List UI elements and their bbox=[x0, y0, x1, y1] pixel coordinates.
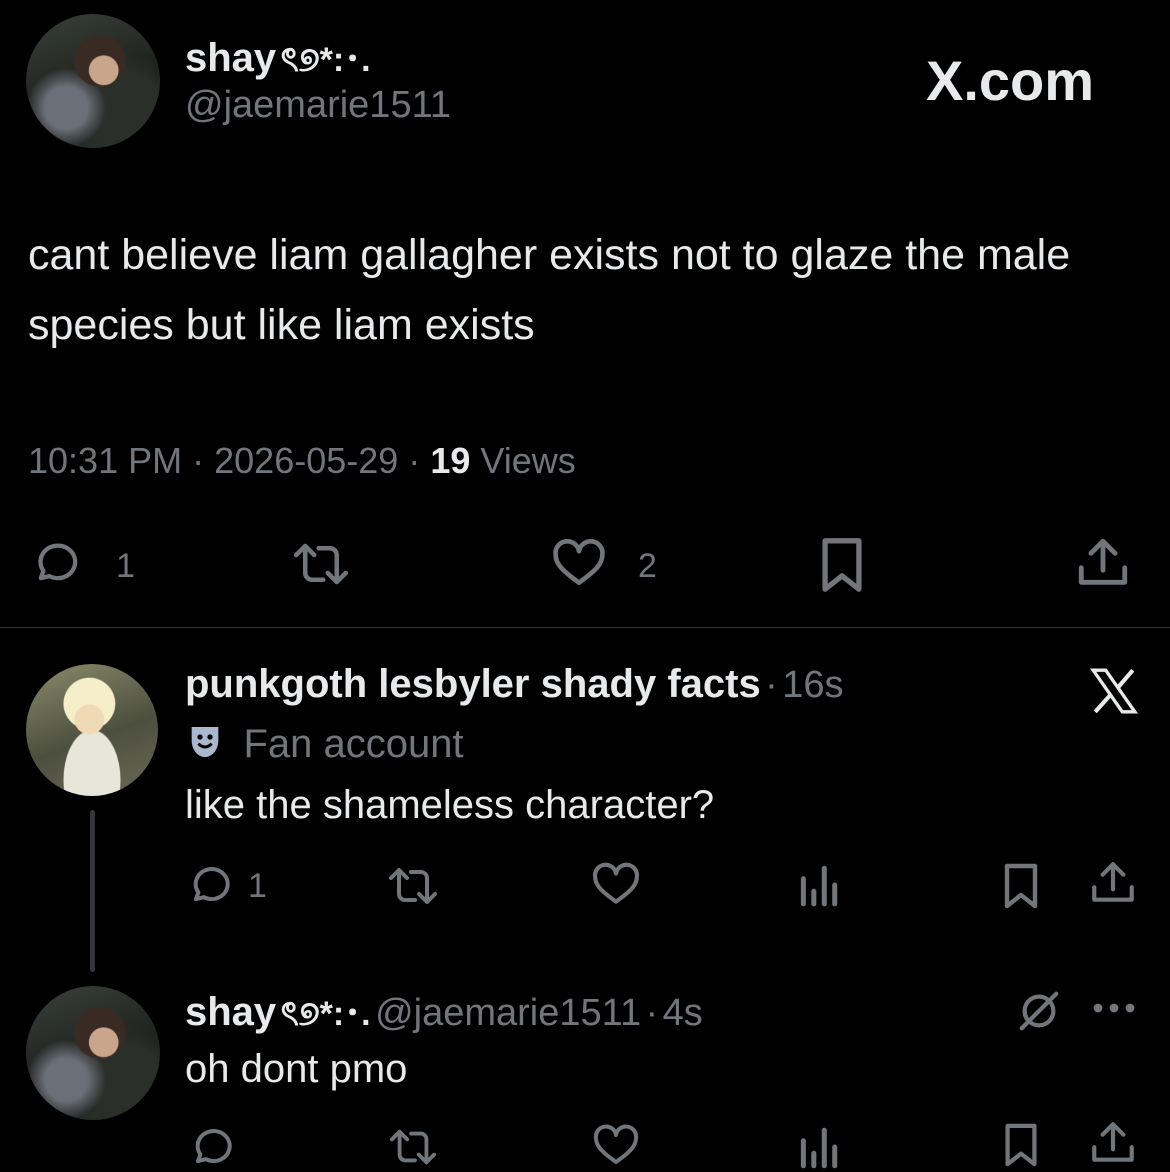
like-count: 2 bbox=[638, 547, 657, 585]
retweet-icon[interactable] bbox=[382, 862, 444, 910]
share-icon[interactable] bbox=[1074, 534, 1132, 592]
retweet-icon[interactable] bbox=[382, 1124, 444, 1170]
reply-age[interactable]: 4s bbox=[663, 992, 703, 1034]
meta-separator: · bbox=[645, 992, 659, 1034]
share-icon[interactable] bbox=[1088, 858, 1138, 908]
avatar[interactable] bbox=[26, 664, 158, 796]
reply-text: oh dont pmo bbox=[185, 1047, 408, 1091]
like-icon[interactable] bbox=[590, 860, 642, 910]
share-icon[interactable] bbox=[1088, 1118, 1138, 1168]
reply-age[interactable]: 16s bbox=[782, 664, 843, 706]
analytics-icon[interactable] bbox=[796, 862, 840, 908]
name-emoji: ৎ୭*:･. bbox=[280, 995, 371, 1033]
meta-separator: · bbox=[408, 440, 421, 481]
handle[interactable]: @jaemarie1511 bbox=[375, 992, 641, 1034]
bookmark-icon[interactable] bbox=[1000, 1122, 1042, 1168]
tweet-date[interactable]: 2026-05-29 bbox=[214, 440, 398, 481]
tweet-time[interactable]: 10:31 PM bbox=[28, 440, 182, 481]
reply-count: 1 bbox=[248, 867, 267, 905]
avatar[interactable] bbox=[26, 986, 160, 1120]
handle[interactable]: @jaemarie1511 bbox=[185, 84, 451, 127]
bookmark-icon[interactable] bbox=[1000, 862, 1042, 910]
thread-line bbox=[90, 810, 95, 972]
retweet-icon[interactable] bbox=[286, 537, 356, 591]
like-icon[interactable] bbox=[590, 1122, 642, 1170]
meta-separator: · bbox=[765, 664, 778, 706]
reply-text: like the shameless character? bbox=[185, 783, 715, 827]
x-logo-icon[interactable] bbox=[1088, 666, 1140, 721]
like-icon[interactable] bbox=[550, 536, 608, 592]
display-name-row: shay ৎ୭*:･. bbox=[185, 32, 371, 91]
reply-icon[interactable] bbox=[186, 862, 234, 910]
more-icon[interactable] bbox=[1090, 996, 1138, 1020]
meta-separator: · bbox=[192, 440, 205, 481]
bookmark-icon[interactable] bbox=[816, 536, 868, 594]
analytics-icon[interactable] bbox=[796, 1124, 840, 1170]
reply-count: 1 bbox=[116, 547, 135, 585]
name-emoji: ৎ୭*:･. bbox=[280, 41, 371, 79]
fan-account-badge: Fan account bbox=[185, 722, 464, 767]
brand-logo: X.com bbox=[926, 49, 1095, 112]
reply-icon[interactable] bbox=[188, 1124, 236, 1172]
badge-label: Fan account bbox=[243, 722, 464, 766]
reply-header: punkgoth lesbyler shady facts · 16s bbox=[185, 662, 844, 707]
divider bbox=[0, 627, 1170, 628]
avatar[interactable] bbox=[26, 14, 160, 148]
muted-circle-icon[interactable] bbox=[1016, 988, 1062, 1034]
display-name[interactable]: shay bbox=[185, 36, 276, 80]
views-count: 19 bbox=[430, 440, 471, 481]
tweet-meta: 10:31 PM · 2026-05-29 · 19 Views bbox=[28, 440, 576, 482]
views-label: Views bbox=[480, 440, 576, 481]
display-name[interactable]: shay bbox=[185, 990, 276, 1034]
tweet-text: cant believe liam gallagher exists not t… bbox=[28, 231, 1071, 349]
display-name[interactable]: punkgoth lesbyler shady facts bbox=[185, 662, 761, 706]
theater-mask-icon bbox=[185, 722, 225, 767]
reply-icon[interactable] bbox=[30, 538, 82, 590]
